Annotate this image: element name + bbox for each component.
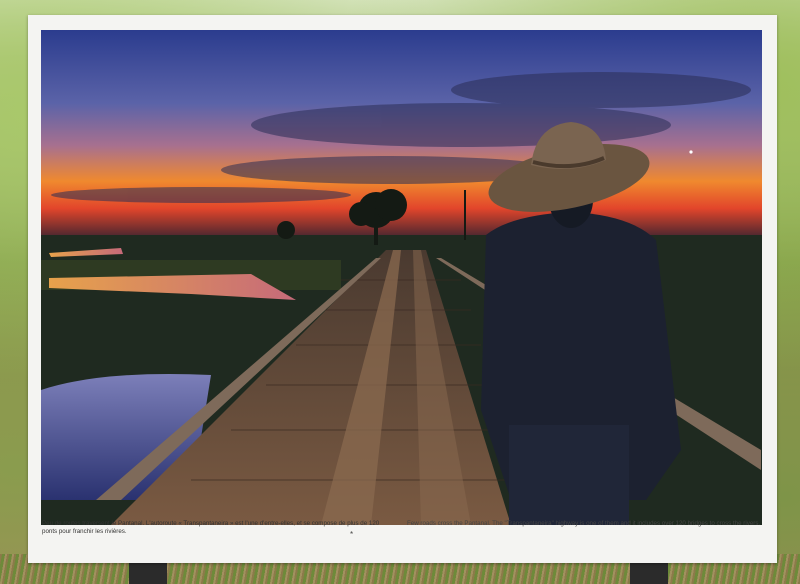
panel-post-left <box>129 560 167 584</box>
sunset-bridge-photo <box>41 30 762 525</box>
exhibition-panel: Peu de routes traversent le Pantanal. L'… <box>28 15 777 563</box>
center-mark: * <box>350 530 354 539</box>
caption-english: Few roads cross the Pantanal. The "Trans… <box>407 520 761 527</box>
photo-illustration <box>41 30 762 525</box>
panel-post-right <box>630 560 668 584</box>
caption-french: Peu de routes traversent le Pantanal. L'… <box>42 520 380 535</box>
caption-area: Peu de routes traversent le Pantanal. L'… <box>42 520 762 556</box>
star <box>689 150 693 154</box>
